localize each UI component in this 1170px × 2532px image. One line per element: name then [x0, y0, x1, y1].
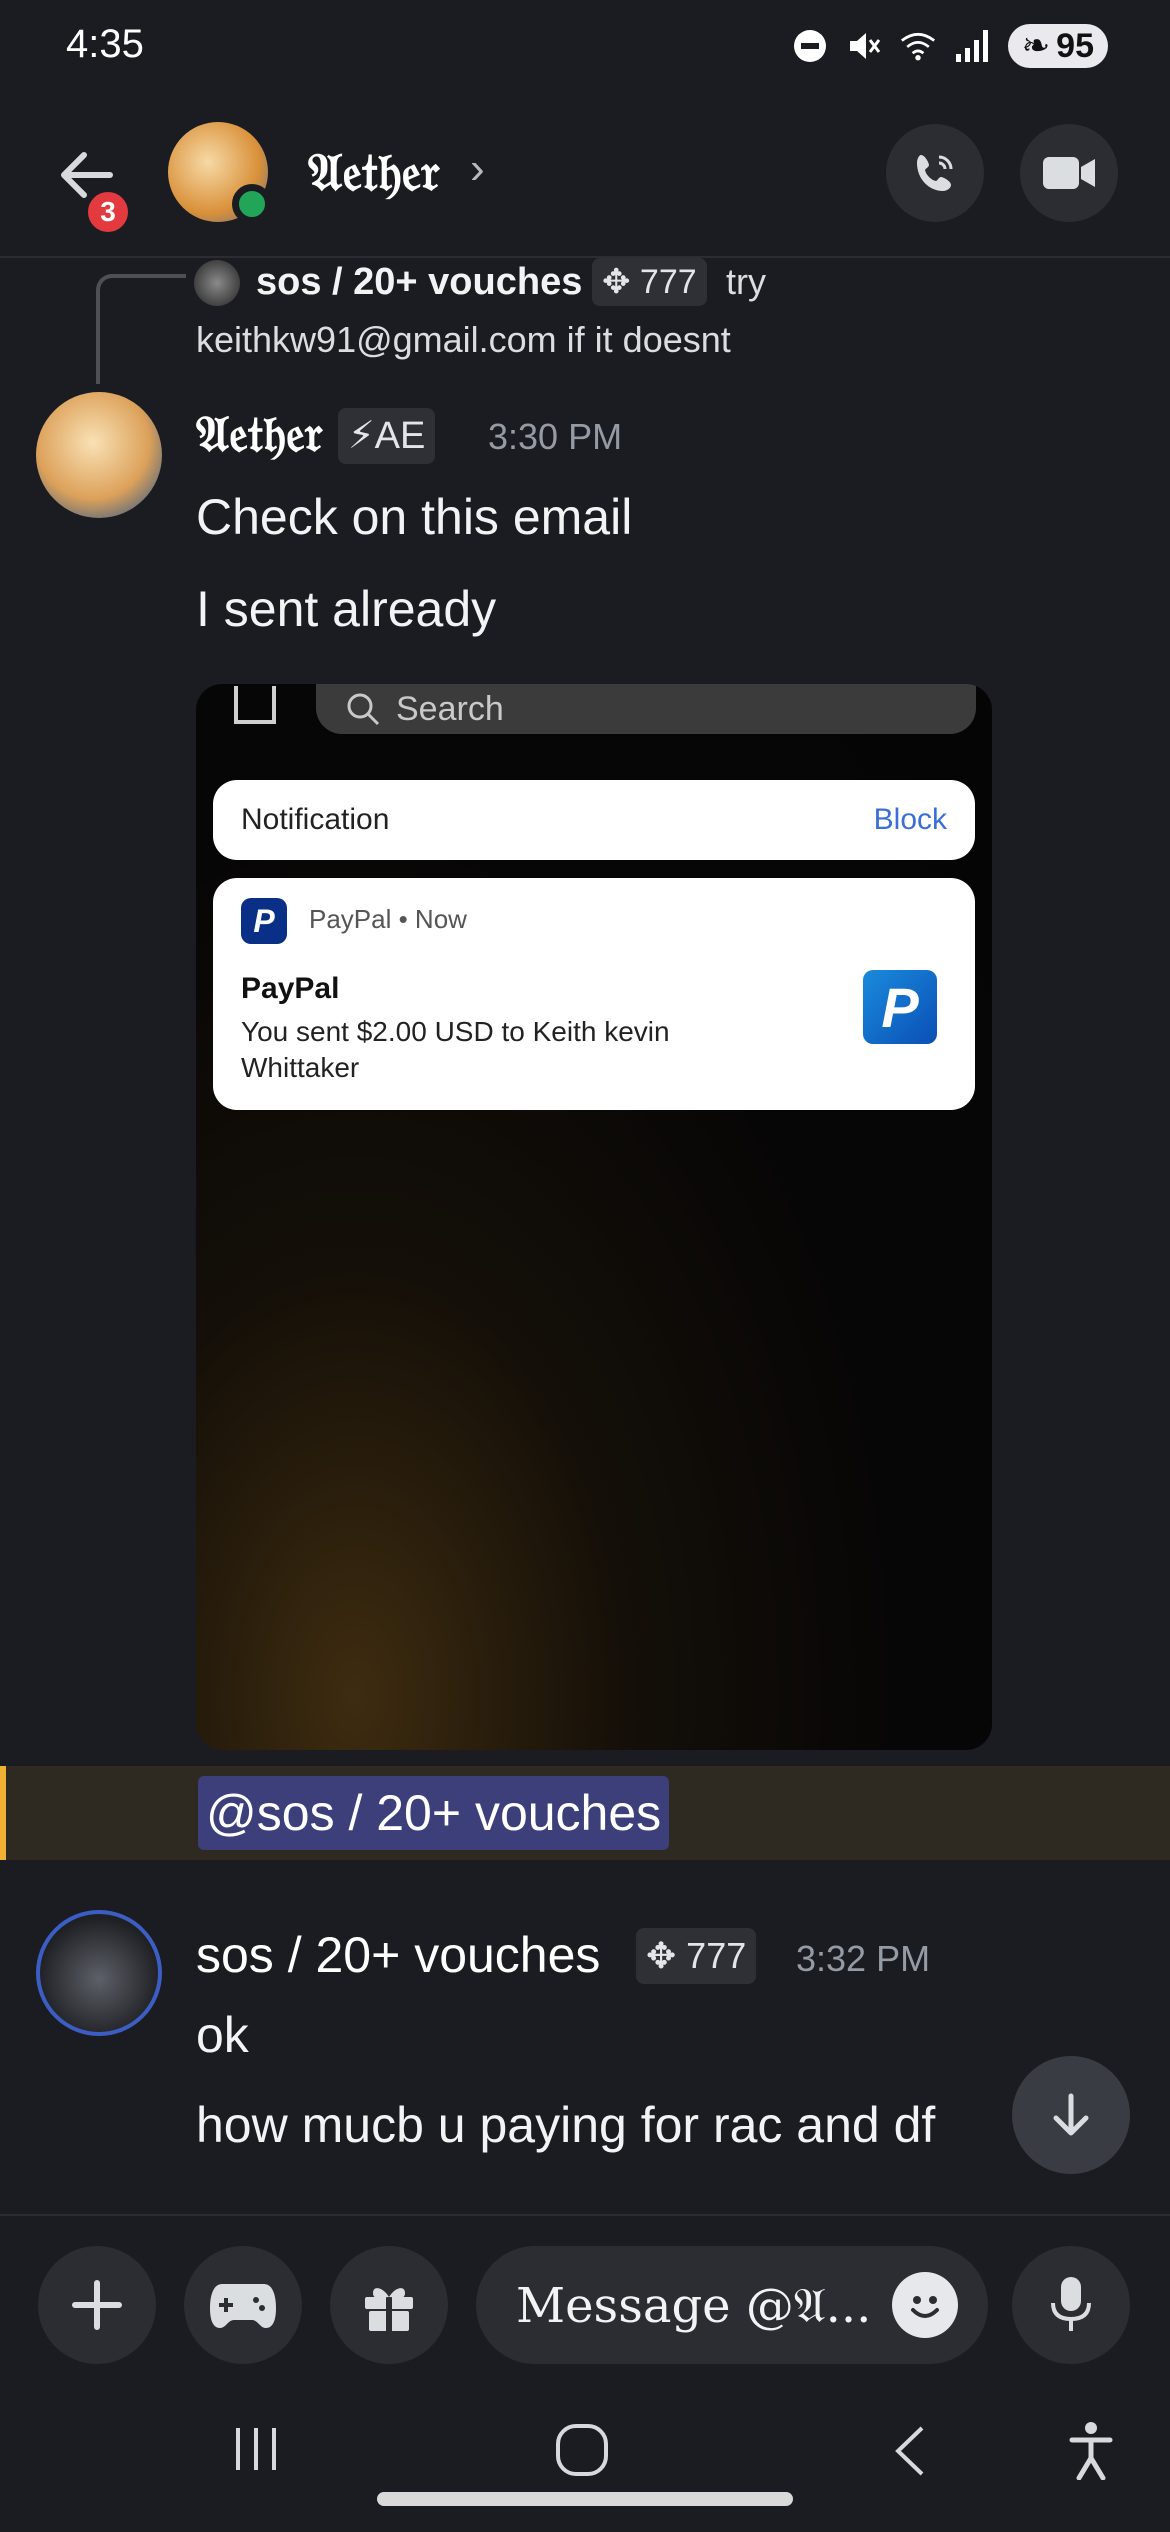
- gift-button[interactable]: [330, 2246, 448, 2364]
- dnd-icon: [792, 28, 828, 64]
- avatar[interactable]: [36, 1910, 162, 2036]
- status-time: 4:35: [66, 22, 144, 66]
- embedded-search-bar: Search: [316, 684, 976, 734]
- paypal-logo-icon: P: [863, 970, 937, 1044]
- battery-level: 95: [1056, 26, 1094, 65]
- reply-avatar: [194, 260, 240, 306]
- reply-connector: [96, 274, 186, 384]
- emoji-button[interactable]: [892, 2272, 958, 2338]
- voice-call-button[interactable]: [886, 124, 984, 222]
- smiley-icon: [911, 2296, 939, 2318]
- author-tag: ⚡AE: [338, 408, 436, 464]
- message-text[interactable]: Check on this email: [196, 488, 632, 546]
- notification-header: Notification Block: [213, 780, 975, 860]
- reply-author[interactable]: sos / 20+ vouches: [256, 256, 582, 308]
- message-author[interactable]: sos / 20+ vouches: [196, 1926, 600, 1984]
- reply-author-tag: ✥ 777: [592, 258, 707, 306]
- image-attachment[interactable]: Search Notification Block P PayPal • Now…: [196, 684, 992, 1750]
- system-navigation-bar: [0, 2384, 1170, 2532]
- reply-text-line2[interactable]: keithkw91@gmail.com if it doesnt: [196, 314, 731, 366]
- message-composer: Message @𝔄...: [0, 2214, 1170, 2384]
- home-icon[interactable]: [554, 2422, 610, 2478]
- message-text[interactable]: how mucb u paying for rac and df: [196, 2096, 935, 2154]
- voice-message-button[interactable]: [1012, 2246, 1130, 2364]
- jump-to-bottom-button[interactable]: [1012, 2056, 1130, 2174]
- arrow-down-icon: [1053, 2093, 1089, 2136]
- message-timestamp: 3:32 PM: [796, 1938, 931, 1979]
- microphone-icon: [1051, 2277, 1091, 2331]
- message-text[interactable]: ok: [196, 2006, 249, 2064]
- status-bar: 4:35 ❧ 95: [0, 0, 1170, 100]
- add-attachment-button[interactable]: [38, 2246, 156, 2364]
- chevron-right-icon[interactable]: ›: [470, 144, 485, 194]
- message-timestamp: 3:30 PM: [488, 416, 623, 457]
- message-input[interactable]: Message @𝔄...: [476, 2246, 988, 2364]
- author-tag: ✥ 777: [636, 1928, 757, 1984]
- gesture-handle[interactable]: [377, 2492, 793, 2506]
- notification-title: PayPal: [241, 972, 340, 1005]
- online-status-icon: [232, 184, 272, 224]
- status-icons: ❧ 95: [792, 24, 1108, 68]
- notification-body: You sent $2.00 USD to Keith kevin Whitta…: [241, 1016, 670, 1083]
- conversation-header: 3 𝔄𝔢𝔱𝔥𝔢𝔯 ›: [0, 100, 1170, 258]
- scan-icon: [234, 686, 276, 724]
- paypal-small-icon: P: [241, 898, 287, 944]
- wifi-icon: [900, 28, 936, 64]
- plus-icon: [72, 2280, 122, 2330]
- video-call-button[interactable]: [1020, 124, 1118, 222]
- page-title[interactable]: 𝔄𝔢𝔱𝔥𝔢𝔯: [308, 142, 440, 204]
- paypal-notification-card: P PayPal • Now PayPal You sent $2.00 USD…: [213, 878, 975, 1110]
- signal-icon: [954, 28, 990, 64]
- notification-meta: PayPal • Now: [309, 904, 467, 934]
- block-label: Block: [873, 803, 947, 836]
- unread-badge: 3: [84, 188, 132, 236]
- message-text[interactable]: I sent already: [196, 580, 496, 638]
- accessibility-icon[interactable]: [1068, 2420, 1114, 2480]
- battery-indicator: ❧ 95: [1007, 24, 1108, 68]
- search-placeholder: Search: [396, 689, 504, 728]
- user-mention[interactable]: @sos / 20+ vouches: [198, 1776, 670, 1850]
- mute-icon: [846, 28, 882, 64]
- message-author[interactable]: 𝔄𝔢𝔱𝔥𝔢𝔯: [196, 404, 323, 464]
- search-icon: [347, 693, 380, 726]
- activities-button[interactable]: [184, 2246, 302, 2364]
- avatar[interactable]: [36, 392, 162, 518]
- reply-text[interactable]: try: [726, 256, 766, 308]
- gamepad-icon: [210, 2284, 276, 2328]
- message-placeholder: Message @𝔄...: [516, 2278, 872, 2334]
- mention-highlight-row: @sos / 20+ vouches: [0, 1766, 1170, 1860]
- phone-icon: [917, 155, 953, 191]
- back-nav-icon[interactable]: [892, 2424, 928, 2478]
- battery-leaf-icon: ❧: [1021, 27, 1051, 65]
- notification-label: Notification: [241, 803, 390, 836]
- video-camera-icon: [1043, 157, 1095, 189]
- recent-apps-icon[interactable]: [232, 2424, 280, 2474]
- gift-icon: [365, 2288, 413, 2331]
